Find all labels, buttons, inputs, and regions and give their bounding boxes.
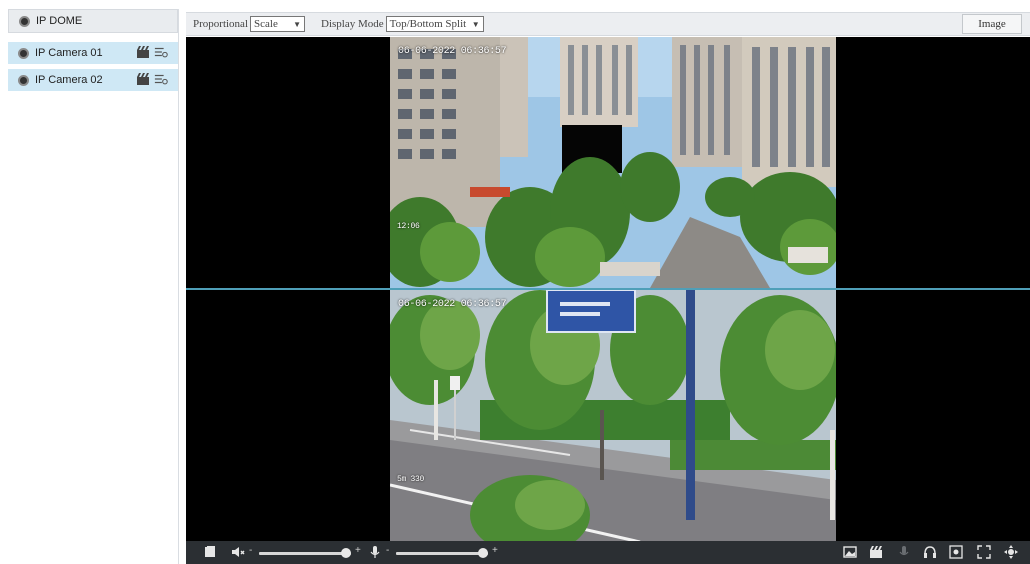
display-mode-select-value: Top/Bottom Split	[389, 18, 467, 30]
proportional-select-value: Scale	[254, 18, 278, 30]
camera-item-02[interactable]: IP Camera 02	[8, 69, 178, 91]
display-mode-select[interactable]: Top/Bottom Split ▼	[385, 16, 484, 32]
proportional-label: Proportional	[193, 18, 248, 30]
stop-icon[interactable]	[203, 545, 217, 559]
volume-plus-label: +	[355, 545, 361, 556]
mic-slider-knob[interactable]	[478, 548, 489, 558]
camera-02-video-frame: 06-06-2022 06:36:57 5m 330	[390, 290, 836, 542]
chevron-down-icon: ▼	[471, 19, 480, 29]
proportional-select[interactable]: Scale ▼	[250, 16, 305, 32]
camera-item-01[interactable]: IP Camera 01	[8, 42, 178, 64]
video-toolbar: Proportional Scale ▼ Display Mode Top/Bo…	[186, 12, 1030, 36]
camera-item-label: IP Camera 01	[35, 47, 103, 59]
volume-slider-track[interactable]	[259, 552, 351, 555]
camera-icon	[18, 74, 29, 86]
camera-dome-icon	[19, 15, 30, 27]
stream-settings-icon[interactable]	[154, 45, 168, 59]
volume-slider-knob[interactable]	[341, 548, 352, 558]
stream-settings-icon[interactable]	[154, 72, 168, 86]
clapper-icon[interactable]	[136, 45, 150, 59]
device-tree-root[interactable]: IP DOME	[8, 9, 178, 33]
osd-tag: 12:06	[397, 222, 420, 231]
street-scene-image-bottom	[390, 290, 836, 542]
camera-icon	[18, 47, 29, 59]
camera-item-label: IP Camera 02	[35, 74, 103, 86]
volume-minus-label: -	[249, 545, 253, 556]
snapshot-icon[interactable]	[843, 545, 857, 559]
display-mode-label: Display Mode	[321, 18, 384, 30]
record-icon[interactable]	[869, 545, 883, 559]
mic-minus-label: -	[386, 545, 390, 556]
microphone-icon[interactable]	[368, 545, 382, 559]
headset-icon[interactable]	[923, 545, 937, 559]
clapper-icon[interactable]	[136, 72, 150, 86]
street-scene-image-top	[390, 37, 836, 288]
talk-icon[interactable]	[897, 545, 911, 559]
zoom-icon[interactable]	[949, 545, 963, 559]
osd-tag: 5m 330	[397, 475, 425, 484]
mic-slider-track[interactable]	[396, 552, 488, 555]
timestamp-overlay: 06-06-2022 06:36:57	[398, 46, 507, 57]
speaker-icon[interactable]	[231, 545, 245, 559]
mic-plus-label: +	[492, 545, 498, 556]
fullscreen-icon[interactable]	[977, 545, 991, 559]
playback-control-bar: - + - +	[186, 541, 1030, 564]
video-pane-top[interactable]: 06-06-2022 06:36:57 12:06	[186, 37, 1030, 289]
device-tree-root-label: IP DOME	[36, 15, 83, 27]
timestamp-overlay: 06-06-2022 06:36:57	[398, 299, 507, 310]
chevron-down-icon: ▼	[293, 19, 301, 29]
video-pane-bottom[interactable]: 06-06-2022 06:36:57 5m 330	[186, 289, 1030, 542]
image-button[interactable]: Image	[962, 14, 1022, 34]
video-area[interactable]: 06-06-2022 06:36:57 12:06 06-06-2022 06:…	[186, 37, 1030, 542]
camera-01-video-frame: 06-06-2022 06:36:57 12:06	[390, 37, 836, 288]
device-tree: IP DOME IP Camera 01 IP Camera 02	[8, 9, 179, 564]
ptz-icon[interactable]	[1004, 545, 1018, 559]
